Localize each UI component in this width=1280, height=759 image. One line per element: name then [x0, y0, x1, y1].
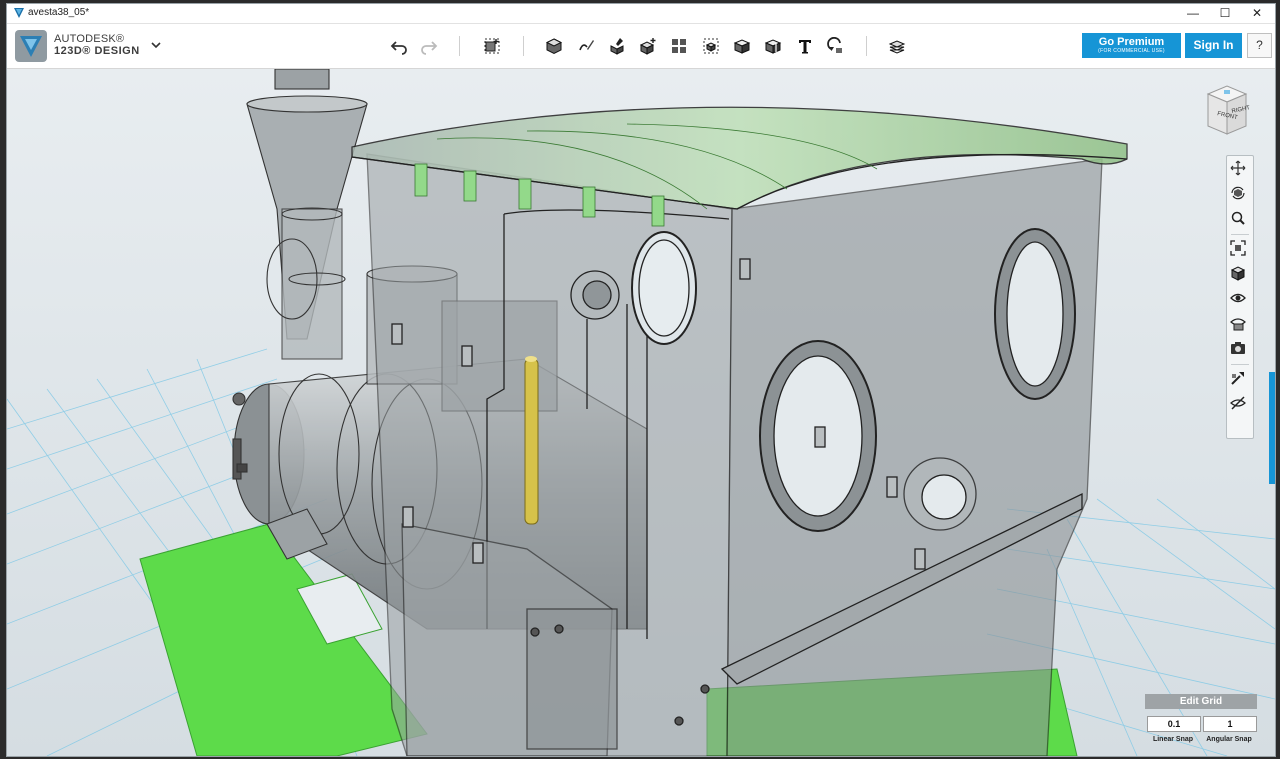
go-premium-label: Go Premium [1098, 36, 1165, 48]
redo-icon [421, 41, 438, 55]
combine-icon [733, 39, 751, 54]
brand-product: 123D® DESIGN [54, 45, 140, 57]
viewcube[interactable]: FRONT RIGHT [1202, 84, 1252, 136]
3d-viewport[interactable]: FRONT RIGHT Edit Grid 0.1 1 Linear Snap … [7, 69, 1275, 756]
app-window: avesta38_05* — ☐ ✕ AUTODESK® 123D® DESIG… [6, 3, 1276, 757]
sign-in-button[interactable]: Sign In [1185, 33, 1242, 58]
undo-icon [390, 41, 407, 55]
modify-button[interactable] [636, 34, 660, 58]
app-header: AUTODESK® 123D® DESIGN Go Premium (FOR C… [7, 24, 1275, 69]
linear-snap-input[interactable]: 0.1 [1147, 716, 1201, 732]
combine-button[interactable] [730, 34, 754, 58]
zoom-button[interactable] [1230, 210, 1250, 230]
app-menu-logo-icon[interactable] [15, 30, 47, 62]
modify-icon [639, 38, 656, 55]
pattern-icon [672, 39, 686, 53]
edit-grid-panel: Edit Grid 0.1 1 Linear Snap Angular Snap [1145, 694, 1257, 752]
materials-outlines-button[interactable] [1230, 315, 1250, 335]
app-logo-icon [14, 8, 24, 18]
fit-button[interactable] [1230, 240, 1250, 260]
undo-button[interactable] [387, 34, 411, 58]
construct-button[interactable] [605, 34, 629, 58]
views-icon [1230, 266, 1246, 281]
snap-button[interactable] [824, 34, 848, 58]
snap-icon [827, 37, 842, 53]
hide-button[interactable] [1230, 395, 1250, 415]
visibility-button[interactable] [1230, 290, 1250, 310]
title-bar: avesta38_05* — ☐ ✕ [7, 4, 1275, 24]
snap-tool-button[interactable] [1230, 370, 1250, 390]
go-premium-button[interactable]: Go Premium (FOR COMMERCIAL USE) [1082, 33, 1181, 58]
transform-button[interactable] [480, 34, 504, 58]
linear-snap-label: Linear Snap [1152, 736, 1194, 743]
screenshot-button[interactable] [1230, 340, 1250, 360]
edit-grid-button[interactable]: Edit Grid [1145, 694, 1257, 709]
redo-button[interactable] [417, 34, 441, 58]
navbar-divider [1231, 234, 1249, 235]
angular-snap-input[interactable]: 1 [1203, 716, 1257, 732]
brand-autodesk: AUTODESK® [54, 33, 125, 45]
toolbar-divider [866, 36, 867, 56]
text-button[interactable] [793, 34, 817, 58]
side-panel-tab[interactable] [1269, 372, 1275, 484]
primitives-button[interactable] [542, 34, 566, 58]
orbit-icon [1231, 186, 1245, 200]
visibility-icon [1230, 293, 1246, 303]
grouping-icon [703, 38, 719, 54]
sketch-button[interactable] [574, 34, 598, 58]
scene-canvas[interactable] [7, 69, 1275, 756]
angular-snap-label: Angular Snap [1206, 736, 1252, 743]
views-button[interactable] [1230, 265, 1250, 285]
construct-icon [610, 38, 624, 55]
materials-outlines-icon [1230, 318, 1246, 331]
grouping-button[interactable] [699, 34, 723, 58]
fit-icon [1230, 240, 1246, 256]
go-premium-sublabel: (FOR COMMERCIAL USE) [1098, 48, 1165, 54]
maximize-button[interactable]: ☐ [1209, 4, 1241, 23]
cab [366, 153, 1103, 756]
material-button[interactable] [885, 34, 909, 58]
screenshot-icon [1231, 342, 1245, 354]
minimize-button[interactable]: — [1177, 4, 1209, 23]
pan-button[interactable] [1230, 160, 1250, 180]
transform-icon [484, 38, 500, 54]
zoom-icon [1231, 211, 1245, 225]
chevron-down-icon[interactable] [149, 38, 163, 52]
navigation-bar [1226, 155, 1254, 439]
toolbar-divider [459, 36, 460, 56]
help-button[interactable]: ? [1247, 33, 1272, 58]
measure-button[interactable] [761, 34, 785, 58]
yellow-rod [524, 356, 539, 525]
pan-icon [1230, 160, 1246, 176]
material-icon [888, 40, 906, 54]
primitives-icon [545, 38, 563, 55]
hide-icon [1230, 396, 1246, 410]
window-title: avesta38_05* [28, 7, 90, 18]
measure-icon [764, 39, 782, 54]
toolbar-divider [523, 36, 524, 56]
snap-tool-icon [1231, 372, 1244, 385]
text-icon [799, 40, 811, 54]
close-button[interactable]: ✕ [1241, 4, 1273, 23]
sketch-icon [579, 40, 594, 51]
orbit-button[interactable] [1230, 185, 1250, 205]
navbar-divider [1231, 364, 1249, 365]
pattern-button[interactable] [667, 34, 691, 58]
